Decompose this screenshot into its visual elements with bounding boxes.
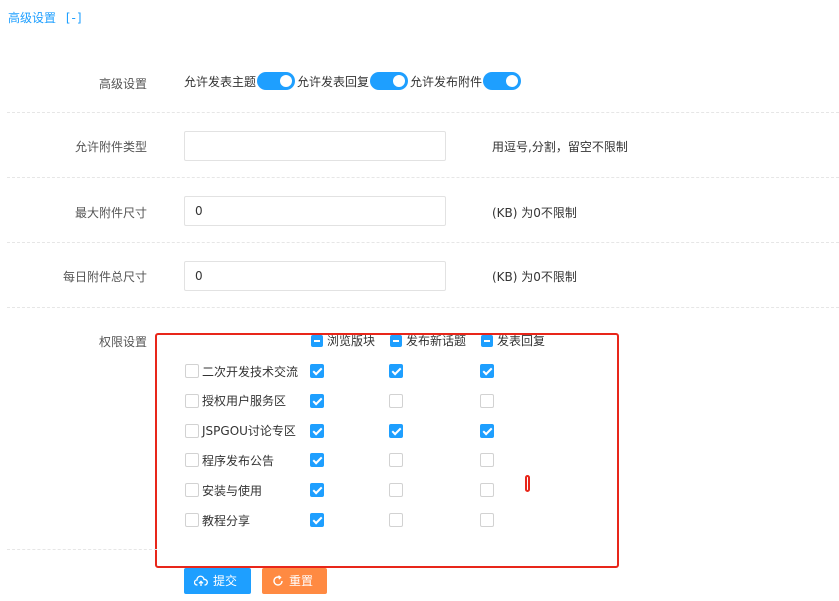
submit-button[interactable]: 提交 (184, 568, 251, 594)
attach-types-hint: 用逗号,分割，留空不限制 (492, 140, 628, 154)
switch-knob (280, 75, 293, 87)
attach-types-label: 允许附件类型 (74, 140, 147, 154)
switch-knob (506, 75, 519, 87)
submit-label: 提交 (213, 574, 238, 588)
switch-label-allow-reply: 允许发表回复 (297, 74, 370, 89)
collapse-toggle[interactable]: [-] (66, 11, 83, 25)
section-header[interactable]: 高级设置 [-] (8, 9, 83, 26)
daily-size-input[interactable] (184, 261, 446, 291)
highlight-marker (525, 475, 530, 492)
allow-reply-switch[interactable] (370, 72, 409, 90)
daily-size-hint: (KB) 为0不限制 (492, 270, 577, 284)
refresh-icon (272, 575, 284, 587)
daily-size-label: 每日附件总尺寸 (62, 270, 147, 284)
switch-knob (393, 75, 406, 87)
section-title: 高级设置 (8, 11, 57, 25)
row-divider (7, 112, 839, 113)
max-size-label: 最大附件尺寸 (74, 206, 147, 220)
attach-types-input[interactable] (184, 131, 446, 161)
max-size-hint: (KB) 为0不限制 (492, 206, 577, 220)
permissions-label: 权限设置 (98, 335, 147, 349)
cloud-upload-icon (194, 575, 208, 587)
allow-topic-switch[interactable] (257, 72, 296, 90)
reset-button[interactable]: 重置 (262, 568, 327, 594)
max-size-input[interactable] (184, 196, 446, 226)
allow-attachment-switch[interactable] (483, 72, 522, 90)
row-divider (7, 242, 839, 243)
highlight-box (155, 333, 619, 568)
row-divider (7, 307, 839, 308)
advanced-settings-label: 高级设置 (98, 77, 147, 91)
row-divider (7, 177, 839, 178)
advanced-switches: 允许发表主题 允许发表回复 允许发布附件 (184, 72, 523, 90)
row-divider (7, 549, 157, 550)
switch-label-allow-topic: 允许发表主题 (184, 74, 257, 89)
switch-label-allow-attachment: 允许发布附件 (410, 74, 483, 89)
reset-label: 重置 (289, 574, 314, 588)
